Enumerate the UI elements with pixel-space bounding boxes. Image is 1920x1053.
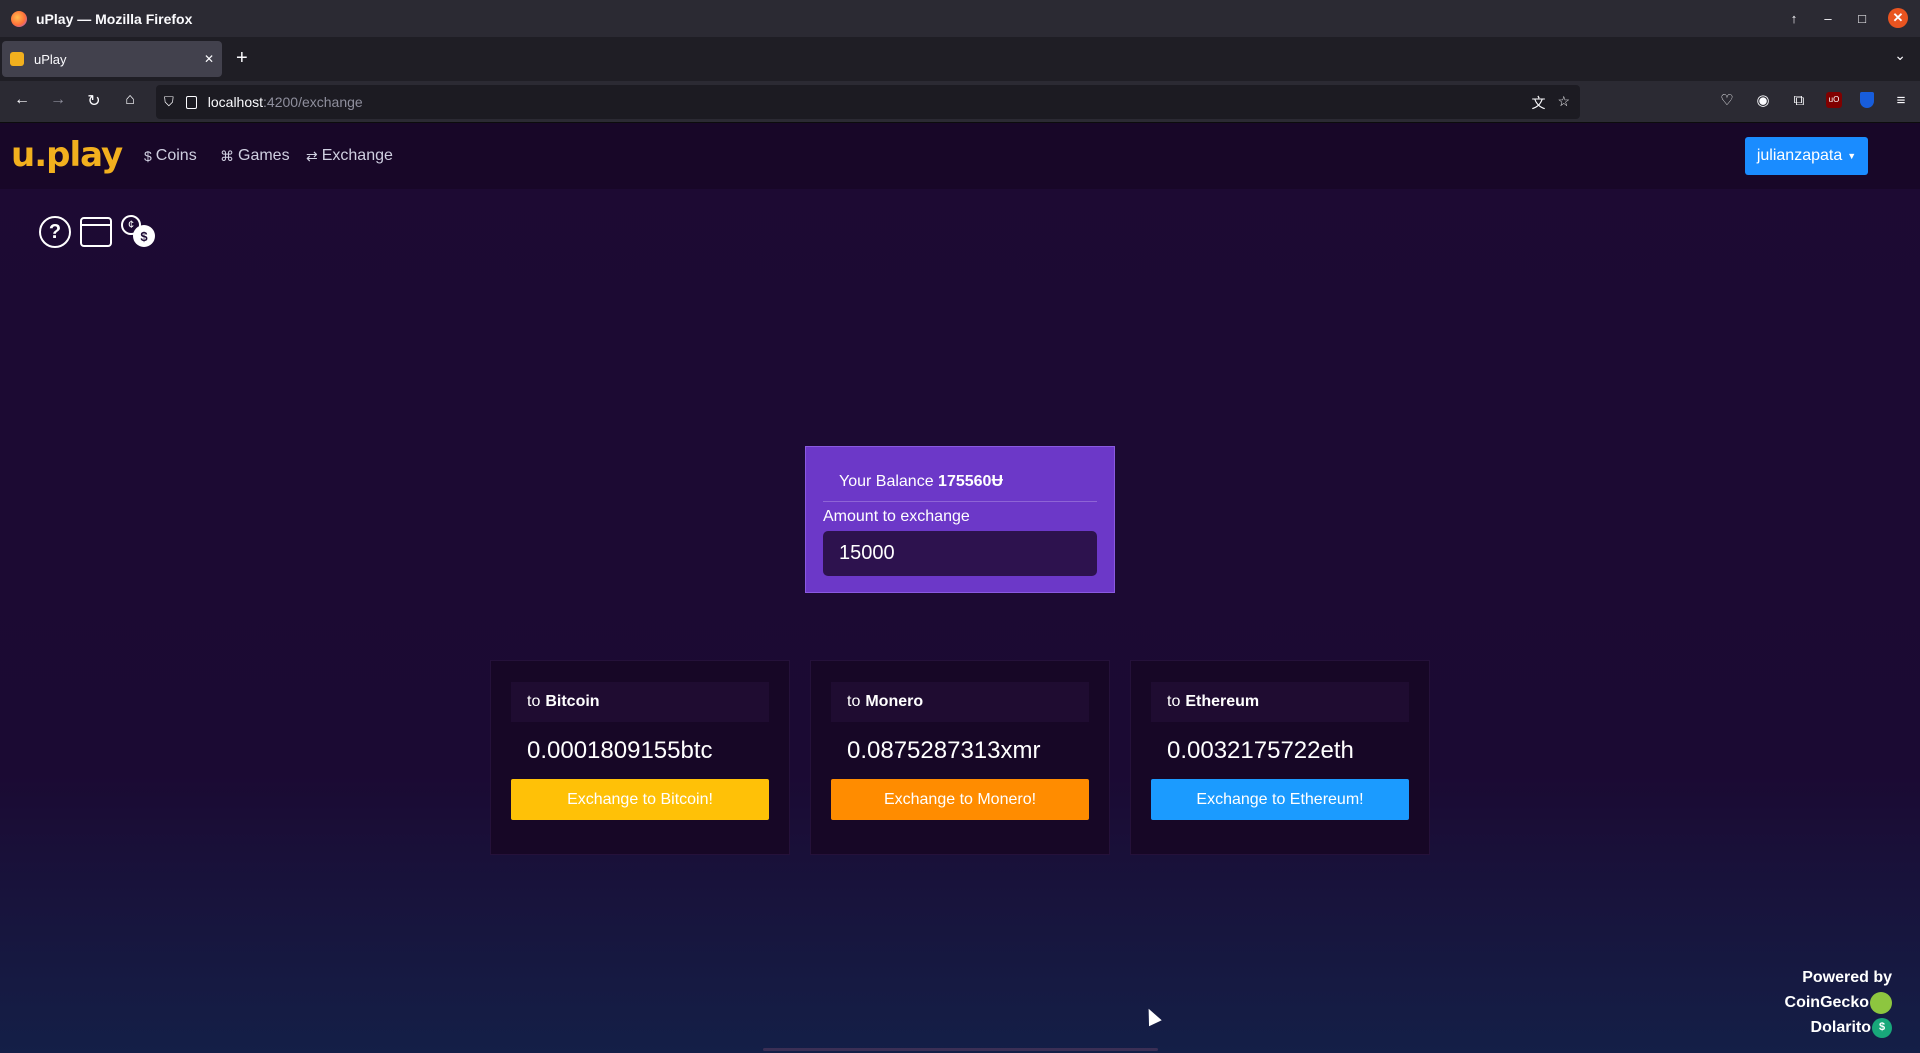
card-prefix: to xyxy=(527,693,541,710)
caret-down-icon: ▼ xyxy=(1847,151,1857,161)
list-all-tabs-icon[interactable]: ⌄ xyxy=(1894,47,1906,64)
window-up-arrow-icon[interactable]: ↑ xyxy=(1786,11,1802,26)
browser-navbar: ← → ↻ ⌂ ⛉ localhost:4200/exchange 文 ☆ ♡ … xyxy=(0,81,1920,123)
card-header: to Bitcoin xyxy=(511,682,769,722)
card-header: to Ethereum xyxy=(1151,682,1409,722)
nav-games[interactable]: ⌘ Games xyxy=(220,147,290,165)
card-coin-name: Monero xyxy=(865,693,924,710)
ethereum-card: to Ethereum 0.0032175722eth Exchange to E… xyxy=(1130,660,1430,855)
ublock-icon[interactable]: uO xyxy=(1826,92,1842,108)
app-navbar: u.play $ Coins ⌘ Games ⇄ Exchange julian… xyxy=(0,123,1920,189)
extensions-icon[interactable]: ⧉ xyxy=(1790,92,1808,109)
balance-line: Your Balance 175560Ʉ xyxy=(823,473,1097,502)
dolarito-icon: $ xyxy=(1872,1017,1892,1038)
uplay-logo[interactable]: u.play xyxy=(11,135,123,175)
card-value: 0.0001809155btc xyxy=(527,737,713,764)
page-content: u.play $ Coins ⌘ Games ⇄ Exchange julian… xyxy=(0,123,1920,1053)
dolarito-link[interactable]: Dolarito $ xyxy=(1785,1015,1892,1040)
window-titlebar: uPlay — Mozilla Firefox ↑ – □ ✕ xyxy=(0,0,1920,37)
gamepad-icon: ⌘ xyxy=(220,147,234,164)
nav-coins-label: Coins xyxy=(155,147,197,164)
bitwarden-icon[interactable] xyxy=(1860,92,1874,108)
exchange-bitcoin-button[interactable]: Exchange to Bitcoin! xyxy=(511,779,769,820)
toolbar-right: ♡ ◉ ⧉ uO ≡ xyxy=(1718,91,1910,110)
forward-button[interactable]: → xyxy=(48,91,68,109)
bookmark-star-icon[interactable]: ☆ xyxy=(1557,93,1570,113)
url-text[interactable]: localhost:4200/exchange xyxy=(208,94,363,110)
help-icon[interactable]: ? xyxy=(39,216,71,248)
amount-input[interactable] xyxy=(823,531,1097,576)
card-coin-name: Bitcoin xyxy=(545,693,600,710)
coins-exchange-icon[interactable]: ¢ $ xyxy=(121,215,155,249)
menu-icon[interactable]: ≡ xyxy=(1892,92,1910,109)
nav-exchange-label: Exchange xyxy=(321,147,393,164)
window-close-button[interactable]: ✕ xyxy=(1888,8,1908,28)
shield-icon[interactable]: ⛉ xyxy=(164,94,174,110)
horizontal-scrollbar[interactable] xyxy=(763,1048,1158,1051)
back-button[interactable]: ← xyxy=(12,91,32,109)
address-bar[interactable]: ⛉ localhost:4200/exchange 文 ☆ xyxy=(156,85,1580,119)
uplay-favicon-icon xyxy=(10,52,24,66)
user-name: julianzapata xyxy=(1756,147,1843,164)
bitcoin-card: to Bitcoin 0.0001809155btc Exchange to Bi… xyxy=(490,660,790,855)
powered-by: Powered by CoinGecko Dolarito $ xyxy=(1785,965,1892,1040)
window-maximize-button[interactable]: □ xyxy=(1854,11,1870,26)
coin-icon: $ xyxy=(144,148,152,164)
firefox-logo-icon xyxy=(11,10,27,27)
account-icon[interactable]: ◉ xyxy=(1754,91,1772,109)
coingecko-link[interactable]: CoinGecko xyxy=(1785,990,1892,1015)
tab-close-icon[interactable]: ✕ xyxy=(204,52,214,66)
exchange-monero-button[interactable]: Exchange to Monero! xyxy=(831,779,1089,820)
user-dropdown-button[interactable]: julianzapata ▼ xyxy=(1745,137,1868,175)
card-value: 0.0875287313xmr xyxy=(847,737,1041,764)
pocket-icon[interactable]: ♡ xyxy=(1718,91,1736,109)
card-header: to Monero xyxy=(831,682,1089,722)
tab-strip: uPlay ✕ + ⌄ xyxy=(0,37,1920,81)
amount-label: Amount to exchange xyxy=(823,508,970,525)
window-minimize-button[interactable]: – xyxy=(1820,11,1836,26)
window-title: uPlay — Mozilla Firefox xyxy=(36,10,193,27)
nav-exchange[interactable]: ⇄ Exchange xyxy=(306,147,393,165)
window-controls: ↑ – □ ✕ xyxy=(1786,8,1908,28)
browser-tab[interactable]: uPlay ✕ xyxy=(2,41,222,77)
nav-coins[interactable]: $ Coins xyxy=(144,147,197,165)
home-button[interactable]: ⌂ xyxy=(120,91,140,109)
coingecko-label: CoinGecko xyxy=(1784,994,1869,1011)
card-value: 0.0032175722eth xyxy=(1167,737,1354,764)
reload-button[interactable]: ↻ xyxy=(84,91,104,111)
card-prefix: to xyxy=(847,693,861,710)
exchange-icon: ⇄ xyxy=(306,147,318,164)
monero-card: to Monero 0.0875287313xmr Exchange to Mon… xyxy=(810,660,1110,855)
currency-icon: Ʉ xyxy=(991,473,1003,490)
tab-title: uPlay xyxy=(34,51,67,67)
side-icons: ? ¢ $ xyxy=(39,215,155,249)
card-coin-name: Ethereum xyxy=(1185,693,1260,710)
powered-by-label: Powered by xyxy=(1802,969,1892,986)
exchange-ethereum-button[interactable]: Exchange to Ethereum! xyxy=(1151,779,1409,820)
card-prefix: to xyxy=(1167,693,1181,710)
coingecko-icon xyxy=(1870,991,1892,1014)
page-icon xyxy=(185,95,197,109)
calendar-icon[interactable] xyxy=(80,217,112,247)
translate-icon[interactable]: 文 xyxy=(1531,93,1545,113)
balance-panel: Your Balance 175560Ʉ Amount to exchange xyxy=(805,446,1115,593)
balance-value: 175560 xyxy=(938,473,992,490)
nav-games-label: Games xyxy=(238,147,290,164)
balance-prefix: Your Balance xyxy=(839,473,934,490)
new-tab-button[interactable]: + xyxy=(236,47,248,70)
dolarito-label: Dolarito xyxy=(1810,1019,1871,1036)
